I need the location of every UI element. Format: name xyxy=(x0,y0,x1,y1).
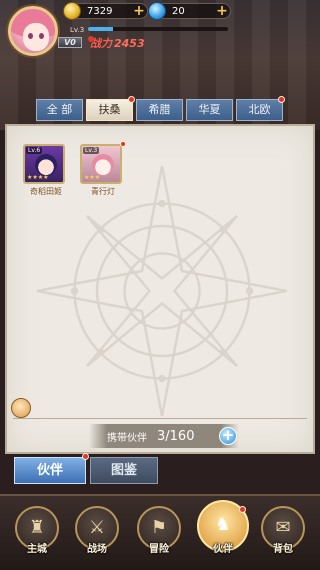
partner-portrait: Lv.3 ★★★ xyxy=(80,144,122,184)
gem-icon xyxy=(148,2,166,20)
subtab-label: 伙伴 xyxy=(36,463,63,478)
tab-fusang[interactable]: 扶桑 xyxy=(86,96,135,121)
gold-value: 7329 xyxy=(87,5,113,17)
divider xyxy=(13,418,307,419)
nav-battlefield[interactable]: ⚔ 战场 xyxy=(70,506,124,568)
power-value: 2453 xyxy=(114,36,145,50)
nav-bag[interactable]: ✉ 背包 xyxy=(256,506,310,568)
tab-greece[interactable]: 希腊 xyxy=(136,99,183,121)
partner-card[interactable]: Lv.6 ★★★★ 奇稻田姬 xyxy=(23,144,69,197)
partner-level: Lv.6 xyxy=(26,147,43,154)
combat-power: 战力 2453 xyxy=(90,33,220,53)
subtab-partner[interactable]: 伙伴 xyxy=(14,453,89,484)
power-label: 战力 xyxy=(90,37,112,50)
notification-dot xyxy=(239,506,246,513)
gem-value: 20 xyxy=(172,5,185,17)
nav-label: 战场 xyxy=(87,544,107,555)
tab-label: 扶桑 xyxy=(98,103,121,116)
gold-display: 7329 + xyxy=(63,2,148,20)
player-avatar[interactable] xyxy=(8,6,58,56)
subtab-atlas[interactable]: 图鉴 xyxy=(90,457,158,484)
exp-bar-fill xyxy=(88,27,114,31)
compass-emblem-icon xyxy=(37,166,287,416)
add-gold-button[interactable]: + xyxy=(133,4,145,18)
partner-portrait: Lv.6 ★★★★ xyxy=(23,144,65,184)
partner-level: Lv.3 xyxy=(83,147,100,154)
tab-label: 北欧 xyxy=(248,103,271,116)
nav-partner[interactable]: ♞ 伙伴 xyxy=(196,500,250,568)
partner-name: 青行灯 xyxy=(91,187,115,196)
expand-capacity-button[interactable]: + xyxy=(219,427,237,445)
tab-all[interactable]: 全 部 xyxy=(36,99,83,121)
partner-name: 奇稻田姬 xyxy=(30,187,62,196)
carry-value: 3/160 xyxy=(157,428,195,444)
notification-dot xyxy=(128,96,135,103)
partner-stars: ★★★ xyxy=(84,174,101,181)
nav-label: 主城 xyxy=(27,544,47,555)
carry-label: 携带伙伴 xyxy=(107,432,147,444)
tab-label: 希腊 xyxy=(148,103,171,116)
notification-dot xyxy=(82,453,89,460)
carry-capacity: 携带伙伴 3/160 + xyxy=(89,424,239,448)
nav-adventure[interactable]: ⚑ 冒险 xyxy=(132,506,186,568)
nav-label: 伙伴 xyxy=(213,544,233,555)
subtab-label: 图鉴 xyxy=(110,463,137,478)
tab-huaxia[interactable]: 华夏 xyxy=(186,99,233,121)
player-level: Lv.3 xyxy=(70,26,85,34)
bottom-navigation: ♜ 主城 ⚔ 战场 ⚑ 冒险 ♞ 伙伴 ✉ 背包 xyxy=(0,494,320,570)
partner-list-panel: Lv.6 ★★★★ 奇稻田姬 Lv.3 ★★★ 青行灯 携带伙伴 3/160 + xyxy=(5,124,315,454)
partner-card[interactable]: Lv.3 ★★★ 青行灯 xyxy=(80,141,126,197)
notification-dot xyxy=(278,96,285,103)
nav-label: 冒险 xyxy=(149,544,169,555)
gold-coin-icon xyxy=(63,2,81,20)
partner-face xyxy=(35,154,57,176)
nav-main-city[interactable]: ♜ 主城 xyxy=(10,506,64,568)
avatar-eye-right xyxy=(39,33,44,39)
faction-tabs: 全 部 扶桑 希腊 华夏 北欧 xyxy=(36,96,285,121)
avatar-face xyxy=(23,23,49,51)
nav-label: 背包 xyxy=(273,544,293,555)
tab-norse[interactable]: 北欧 xyxy=(236,96,285,121)
partner-face xyxy=(92,154,114,176)
notification-dot xyxy=(120,141,126,147)
avatar-eye-left xyxy=(28,33,33,39)
tab-label: 华夏 xyxy=(198,103,221,116)
pet-mascot-icon[interactable] xyxy=(11,398,31,418)
tab-label: 全 部 xyxy=(46,103,73,116)
vip-badge[interactable]: V0 xyxy=(58,37,82,48)
partner-stars: ★★★★ xyxy=(27,174,49,181)
exp-bar xyxy=(88,27,228,31)
gem-display: 20 + xyxy=(148,2,231,20)
add-gem-button[interactable]: + xyxy=(216,4,228,18)
